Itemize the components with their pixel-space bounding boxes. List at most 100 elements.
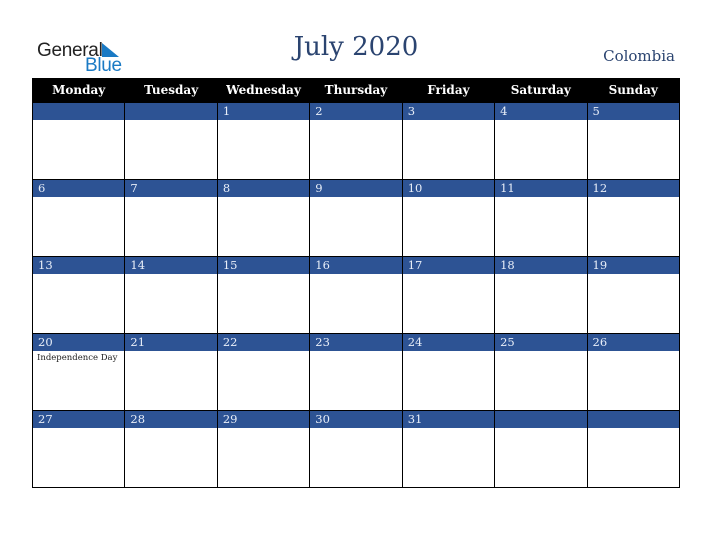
day-number: 27 xyxy=(33,411,125,428)
day-number: 9 xyxy=(310,180,402,197)
holiday-label xyxy=(310,428,401,430)
holiday-label xyxy=(33,428,124,430)
day-cell[interactable]: 27 xyxy=(31,410,126,488)
day-number: 30 xyxy=(310,411,402,428)
holiday-label xyxy=(495,428,586,430)
day-cell[interactable]: 3 xyxy=(401,102,496,180)
day-cell[interactable]: 8 xyxy=(216,179,311,257)
day-cell[interactable]: 12 xyxy=(586,179,681,257)
day-number: 17 xyxy=(402,257,495,274)
day-cell[interactable]: 14 xyxy=(124,256,218,334)
holiday-label xyxy=(125,197,216,199)
day-number xyxy=(495,411,587,428)
holiday-label xyxy=(495,120,586,122)
holiday-label xyxy=(33,197,124,199)
holiday-label xyxy=(125,274,216,276)
holiday-label xyxy=(218,351,309,353)
day-cell[interactable] xyxy=(124,102,218,180)
day-cell[interactable]: 1 xyxy=(216,102,311,180)
holiday-label xyxy=(33,120,124,122)
day-cell[interactable]: 6 xyxy=(31,179,126,257)
day-cell[interactable]: 4 xyxy=(494,102,588,180)
day-number: 4 xyxy=(495,103,587,120)
week-row: 13 14 15 16 17 18 19 xyxy=(31,256,681,334)
day-number: 22 xyxy=(217,334,310,351)
holiday-label xyxy=(588,351,679,353)
weekday-header: Friday xyxy=(401,78,496,103)
day-number: 29 xyxy=(217,411,310,428)
country-label: Colombia xyxy=(603,47,675,65)
day-cell[interactable]: 10 xyxy=(401,179,496,257)
week-row: 12345 xyxy=(31,102,681,180)
day-cell[interactable]: 22 xyxy=(216,333,311,411)
holiday-label xyxy=(588,274,679,276)
day-number: 2 xyxy=(310,103,402,120)
day-number: 7 xyxy=(125,180,217,197)
day-number xyxy=(125,103,217,120)
weekday-header: Saturday xyxy=(494,78,588,103)
holiday-label xyxy=(310,120,401,122)
holiday-label xyxy=(495,351,586,353)
holiday-label xyxy=(218,274,309,276)
day-number: 24 xyxy=(402,334,495,351)
day-cell[interactable]: 13 xyxy=(31,256,126,334)
day-cell[interactable] xyxy=(494,410,588,488)
day-number: 26 xyxy=(587,334,679,351)
day-cell[interactable]: 20 Independence Day xyxy=(31,333,126,411)
day-number: 23 xyxy=(310,334,402,351)
holiday-label xyxy=(310,351,401,353)
weekday-header: Sunday xyxy=(586,78,681,103)
holiday-label: Independence Day xyxy=(37,353,118,363)
day-cell[interactable]: 26 xyxy=(586,333,681,411)
day-cell[interactable]: 7 xyxy=(124,179,218,257)
day-number: 5 xyxy=(587,103,679,120)
day-cell[interactable]: 25 xyxy=(494,333,588,411)
weekday-header-row: Monday Tuesday Wednesday Thursday Friday… xyxy=(31,78,681,103)
holiday-label xyxy=(125,428,216,430)
day-number: 20 xyxy=(33,334,125,351)
day-cell[interactable]: 18 xyxy=(494,256,588,334)
holiday-label xyxy=(495,197,586,199)
day-number: 8 xyxy=(217,180,310,197)
holiday-label xyxy=(588,428,679,430)
day-cell[interactable]: 24 xyxy=(401,333,496,411)
day-cell[interactable]: 5 xyxy=(586,102,681,180)
day-cell[interactable]: 19 xyxy=(586,256,681,334)
day-cell[interactable]: 16 xyxy=(309,256,403,334)
holiday-label xyxy=(495,274,586,276)
day-cell[interactable]: 2 xyxy=(309,102,403,180)
day-number xyxy=(33,103,125,120)
holiday-label xyxy=(310,274,401,276)
day-cell[interactable]: 11 xyxy=(494,179,588,257)
holiday-label xyxy=(218,197,309,199)
holiday-label xyxy=(218,120,309,122)
day-cell[interactable]: 17 xyxy=(401,256,496,334)
day-cell[interactable]: 21 xyxy=(124,333,218,411)
day-number: 14 xyxy=(125,257,217,274)
holiday-label xyxy=(403,120,494,122)
day-number: 6 xyxy=(33,180,125,197)
day-cell[interactable]: 31 xyxy=(401,410,496,488)
day-number: 12 xyxy=(587,180,679,197)
week-row: 6 7 8 9 10 11 12 xyxy=(31,179,681,257)
day-cell[interactable]: 29 xyxy=(216,410,311,488)
day-number: 21 xyxy=(125,334,217,351)
day-number: 13 xyxy=(33,257,125,274)
day-cell[interactable]: 30 xyxy=(309,410,403,488)
day-number: 15 xyxy=(217,257,310,274)
week-row: 20 Independence Day 21 22 23 24 25 26 xyxy=(31,333,681,411)
holiday-label xyxy=(310,197,401,199)
day-cell[interactable]: 23 xyxy=(309,333,403,411)
day-cell[interactable]: 28 xyxy=(124,410,218,488)
day-cell[interactable]: 15 xyxy=(216,256,311,334)
day-cell[interactable]: 9 xyxy=(309,179,403,257)
day-cell[interactable] xyxy=(31,102,126,180)
holiday-label xyxy=(588,197,679,199)
day-cell[interactable] xyxy=(586,410,681,488)
holiday-label xyxy=(403,197,494,199)
holiday-label xyxy=(125,120,216,122)
day-number: 25 xyxy=(495,334,587,351)
day-number: 10 xyxy=(402,180,495,197)
holiday-label xyxy=(33,274,124,276)
weekday-header: Wednesday xyxy=(216,78,311,103)
